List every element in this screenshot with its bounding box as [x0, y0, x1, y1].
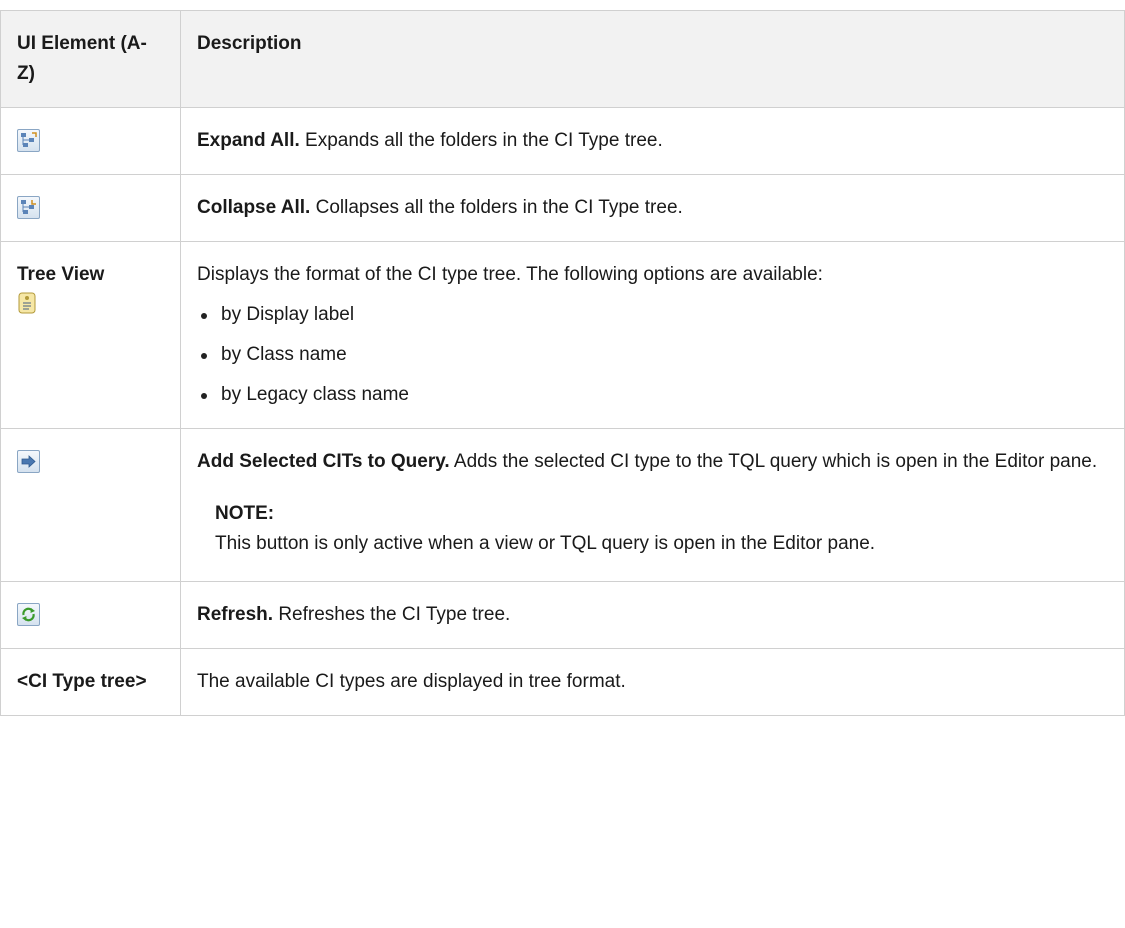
element-cell: Tree View — [0, 241, 181, 429]
term-expand-all: Expand All. — [197, 130, 300, 151]
table-row: Tree View Displays the format of the CI … — [0, 241, 1125, 429]
description-text: Adds the selected CI type to the TQL que… — [453, 451, 1098, 472]
tree-view-icon — [17, 292, 37, 324]
element-cell — [0, 581, 181, 649]
table-row: Expand All. Expands all the folders in t… — [0, 107, 1125, 175]
table-row: Add Selected CITs to Query. Adds the sel… — [0, 428, 1125, 582]
options-list: by Display label by Class name by Legacy… — [197, 300, 1108, 410]
description-text: Collapses all the folders in the CI Type… — [315, 197, 683, 218]
term-collapse-all: Collapse All. — [197, 197, 311, 218]
element-cell — [0, 174, 181, 242]
list-item: by Class name — [197, 340, 1108, 370]
description-cell: Add Selected CITs to Query. Adds the sel… — [180, 428, 1125, 582]
header-ui-element: UI Element (A-Z) — [0, 10, 181, 108]
refresh-icon — [17, 603, 40, 627]
header-description: Description — [180, 10, 1125, 108]
term-add-selected-cits: Add Selected CITs to Query. — [197, 451, 450, 472]
collapse-all-icon — [17, 196, 40, 220]
element-cell — [0, 428, 181, 582]
note-block: NOTE: This button is only active when a … — [215, 499, 1108, 559]
description-text: Refreshes the CI Type tree. — [278, 604, 511, 625]
table-row: Collapse All. Collapses all the folders … — [0, 174, 1125, 242]
description-cell: Refresh. Refreshes the CI Type tree. — [180, 581, 1125, 649]
description-text: Expands all the folders in the CI Type t… — [305, 130, 663, 151]
table-row: Refresh. Refreshes the CI Type tree. — [0, 581, 1125, 649]
table-header-row: UI Element (A-Z) Description — [0, 10, 1125, 108]
add-to-query-arrow-icon — [17, 450, 40, 474]
list-item: by Display label — [197, 300, 1108, 330]
description-text: The available CI types are displayed in … — [197, 671, 626, 692]
ui-elements-table: UI Element (A-Z) Description Expand All.… — [0, 10, 1125, 716]
list-item: by Legacy class name — [197, 380, 1108, 410]
description-cell: Displays the format of the CI type tree.… — [180, 241, 1125, 429]
description-cell: Expand All. Expands all the folders in t… — [180, 107, 1125, 175]
element-cell — [0, 107, 181, 175]
element-cell: <CI Type tree> — [0, 648, 181, 716]
element-ci-type-tree: <CI Type tree> — [17, 671, 147, 692]
note-text: This button is only active when a view o… — [215, 533, 876, 554]
table-row: <CI Type tree> The available CI types ar… — [0, 648, 1125, 716]
term-refresh: Refresh. — [197, 604, 274, 625]
element-tree-view: Tree View — [17, 264, 105, 285]
note-title: NOTE: — [215, 503, 275, 524]
description-text: Displays the format of the CI type tree.… — [197, 264, 823, 285]
description-cell: Collapse All. Collapses all the folders … — [180, 174, 1125, 242]
description-cell: The available CI types are displayed in … — [180, 648, 1125, 716]
expand-all-icon — [17, 129, 40, 153]
